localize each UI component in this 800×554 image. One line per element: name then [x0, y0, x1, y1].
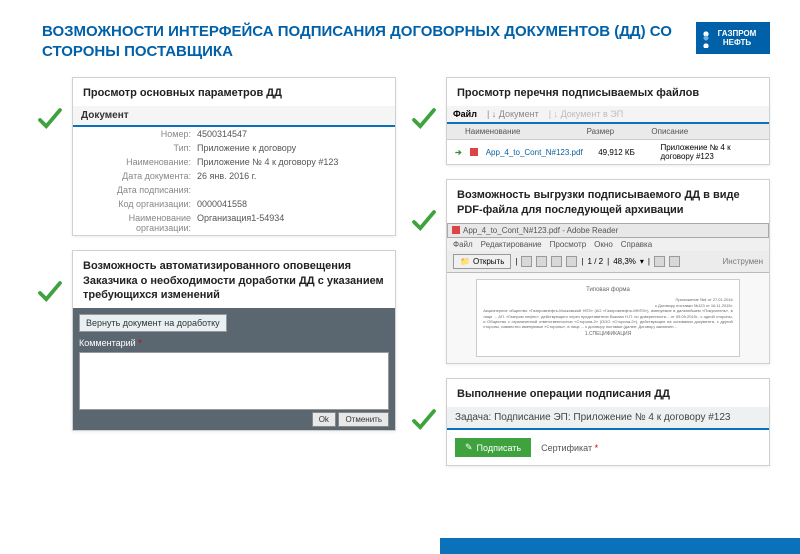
tab-file[interactable]: Файл [453, 109, 477, 119]
pdf-title: Возможность выгрузки подписываемого ДД в… [447, 180, 769, 223]
pdf-icon [470, 148, 478, 156]
checkmark-icon [408, 207, 440, 237]
sign-title: Выполнение операции подписания ДД [447, 379, 769, 407]
task-label: Задача: Подписание ЭП: Приложение № 4 к … [447, 407, 769, 430]
sign-card: Выполнение операции подписания ДД Задача… [446, 378, 770, 466]
params-card: Просмотр основных параметров ДД Документ… [72, 77, 396, 236]
ok-button[interactable]: Ok [312, 412, 336, 427]
param-row: Дата подписания: [73, 183, 395, 197]
file-row[interactable]: ➔ App_4_to_Cont_N#123.pdf 49,912 КБ Прил… [447, 140, 769, 164]
gazprom-logo: ГАЗПРОМНЕФТЬ [696, 22, 770, 54]
param-row: Дата документа:26 янв. 2016 г. [73, 169, 395, 183]
checkmark-icon [34, 278, 66, 308]
tools-label[interactable]: Инструмен [723, 257, 763, 266]
rework-header: Вернуть документ на доработку [79, 314, 227, 332]
param-row: Наименование:Приложение № 4 к договору #… [73, 155, 395, 169]
pdf-menu[interactable]: ФайлРедактированиеПросмотрОкноСправка [447, 238, 769, 251]
doc-section: Документ [73, 106, 395, 127]
tab-doc[interactable]: Документ [499, 109, 539, 119]
open-button[interactable]: 📁 Открыть [453, 254, 511, 269]
arrow-icon: ➔ [451, 148, 466, 157]
files-card: Просмотр перечня подписываемых файлов Фа… [446, 77, 770, 165]
comment-textarea[interactable] [79, 352, 389, 410]
checkmark-icon [34, 105, 66, 135]
pdf-page-preview: Типовая форма Приложение №4 от 27.01.201… [476, 279, 740, 357]
checkmark-icon [408, 406, 440, 436]
param-row: Наименование организации:Организация1-54… [73, 211, 395, 235]
param-row: Код организации:0000041558 [73, 197, 395, 211]
page-title: ВОЗМОЖНОСТИ ИНТЕРФЕЙСА ПОДПИСАНИЯ ДОГОВО… [42, 22, 676, 61]
cancel-button[interactable]: Отменить [338, 412, 389, 427]
checkmark-icon [408, 105, 440, 135]
param-row: Тип:Приложение к договору [73, 141, 395, 155]
pdf-toolbar[interactable]: 📁 Открыть | |1 / 2 |48,3%▾ | Инструмен [447, 251, 769, 273]
rework-title: Возможность автоматизированного оповещен… [73, 251, 395, 308]
zoom-indicator: 48,3% [613, 257, 636, 266]
rework-card: Возможность автоматизированного оповещен… [72, 250, 396, 431]
footer-bar [440, 538, 800, 554]
tab-doc-ep: Документ в ЭП [561, 109, 624, 119]
comment-label: Комментарий [79, 338, 136, 348]
files-title: Просмотр перечня подписываемых файлов [447, 78, 769, 106]
sign-button[interactable]: ✎ Подписать [455, 438, 531, 457]
page-indicator: 1 / 2 [588, 257, 604, 266]
param-row: Номер:4500314547 [73, 127, 395, 141]
pdf-card: Возможность выгрузки подписываемого ДД в… [446, 179, 770, 364]
pdf-window-title: App_4_to_Cont_N#123.pdf - Adobe Reader [447, 223, 769, 238]
cert-label: Сертификат [541, 443, 592, 453]
params-title: Просмотр основных параметров ДД [73, 78, 395, 106]
